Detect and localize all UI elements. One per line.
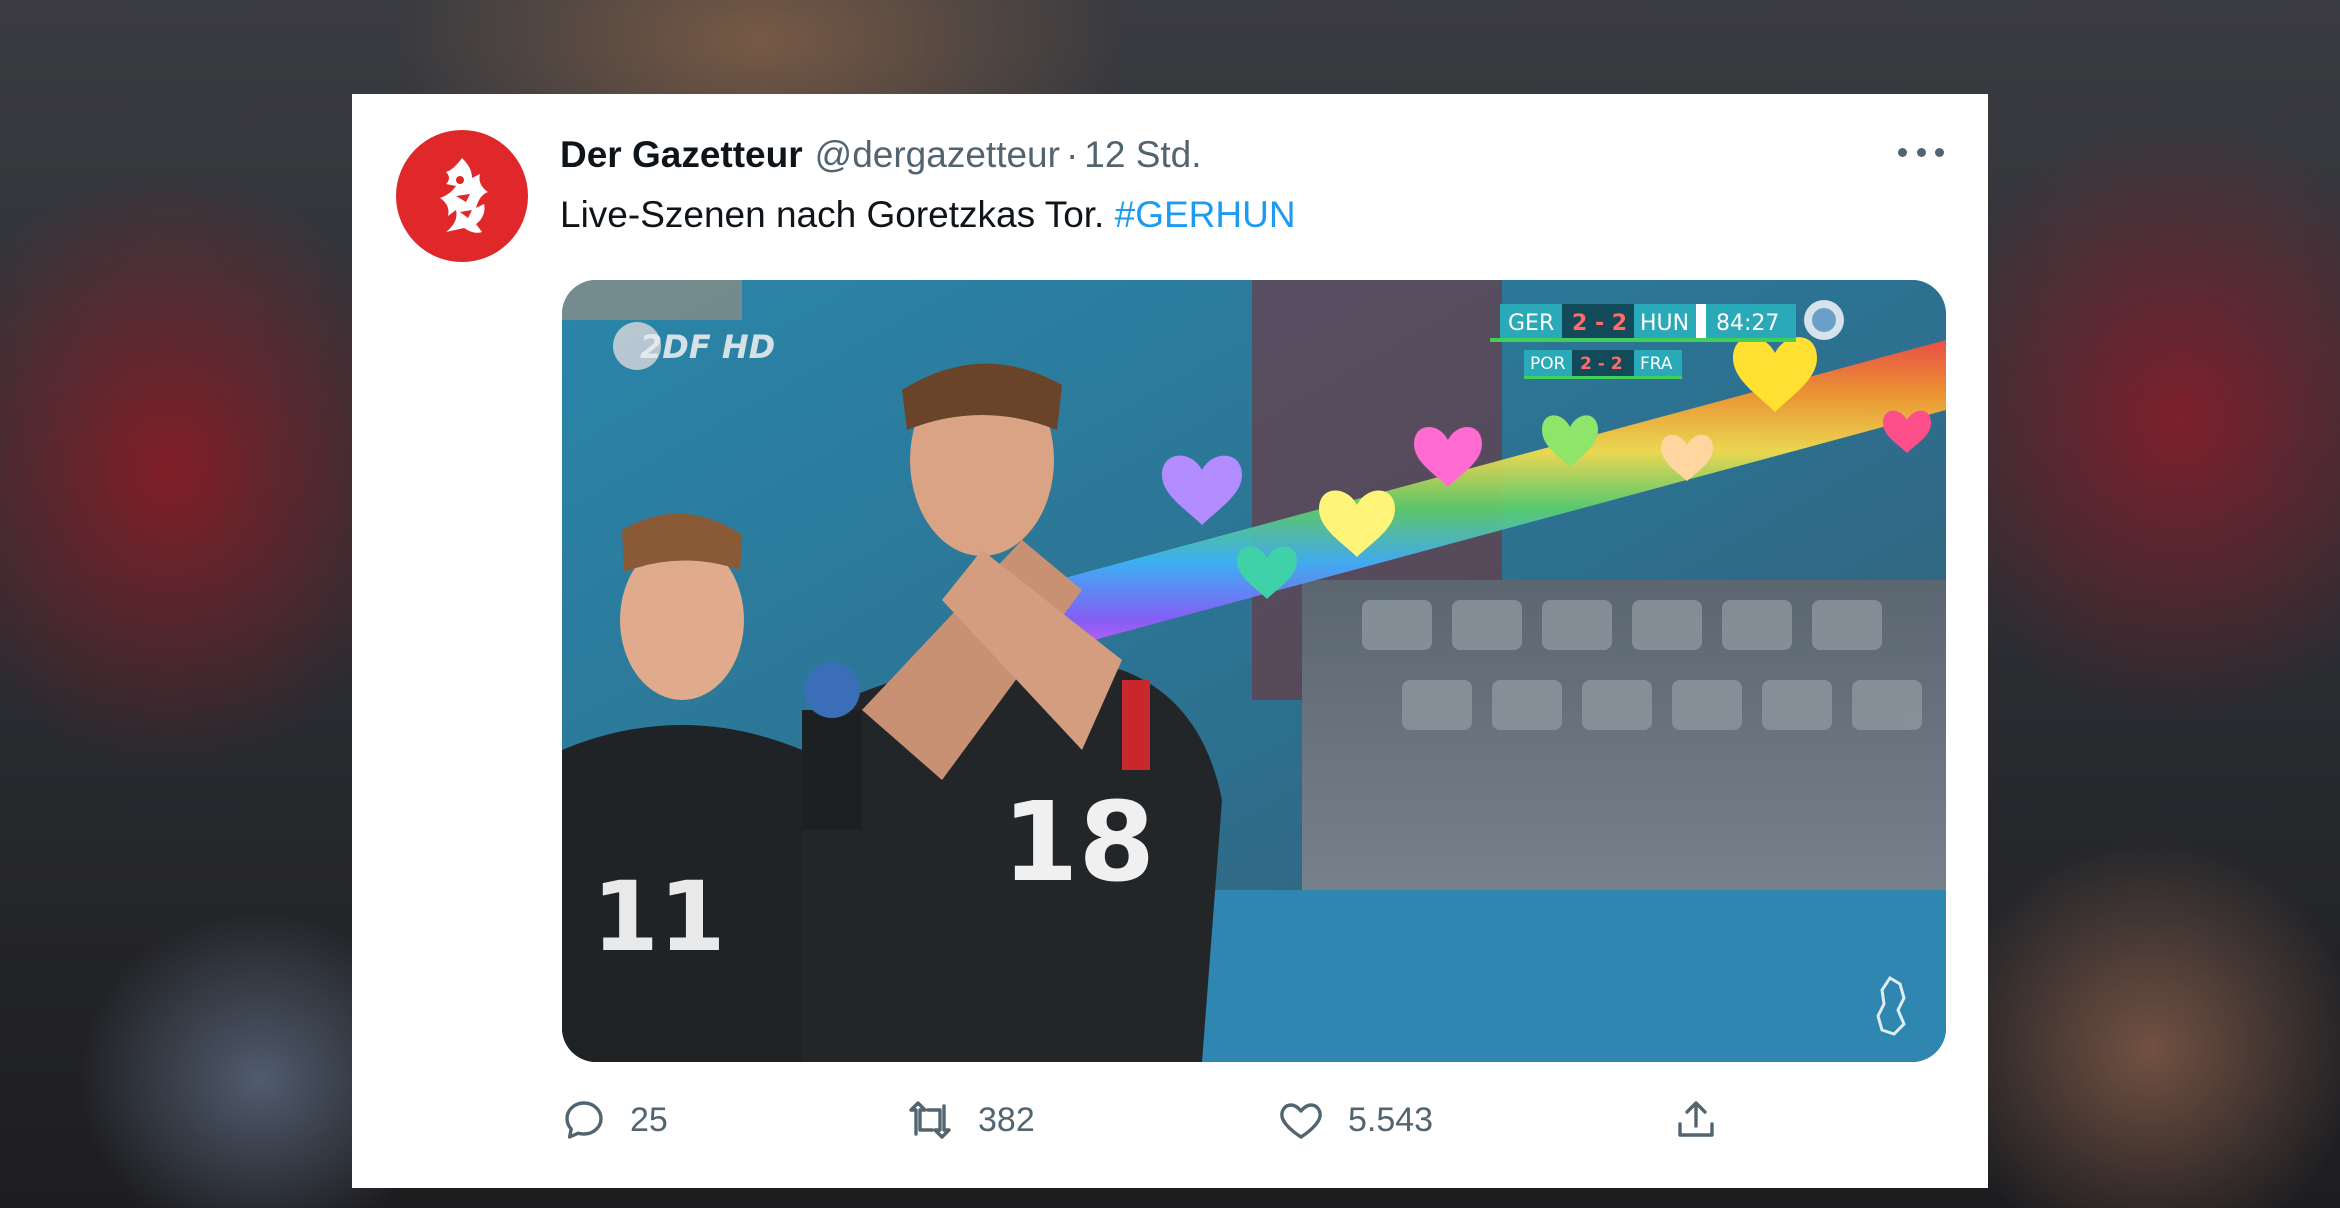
- tweet-media[interactable]: 11 18 2DF HD GER 2 - 2 HUN 84:27 POR 2 -…: [562, 280, 1946, 1062]
- share-button[interactable]: [1672, 1090, 1720, 1150]
- jersey-number-front: 18: [1002, 778, 1155, 906]
- retweet-icon: [909, 1101, 951, 1139]
- more-dot: [1935, 147, 1944, 157]
- avatar[interactable]: [396, 130, 528, 262]
- dragon-logo-icon: [440, 158, 488, 233]
- more-dot: [1898, 147, 1907, 157]
- score-home: GER: [1508, 311, 1554, 336]
- reply-button[interactable]: 25: [560, 1090, 668, 1150]
- retweet-button[interactable]: 382: [904, 1090, 1035, 1150]
- score-other-home: POR: [1530, 354, 1566, 374]
- more-dot: [1916, 147, 1926, 157]
- tweet-header: Der Gazetteur @dergazetteur · 12 Std.: [560, 134, 1202, 180]
- like-button[interactable]: 5.543: [1276, 1090, 1433, 1150]
- more-horizontal-icon[interactable]: [1898, 138, 1944, 166]
- tweet-card[interactable]: Der Gazetteur @dergazetteur · 12 Std. Li…: [352, 94, 1988, 1188]
- tweet-body: Live-Szenen nach Goretzkas Tor.: [560, 194, 1105, 235]
- retweet-count: 382: [978, 1100, 1035, 1139]
- score-away: HUN: [1640, 311, 1689, 336]
- like-count: 5.543: [1348, 1100, 1434, 1139]
- reply-count: 25: [630, 1100, 668, 1139]
- tweet-text: Live-Szenen nach Goretzkas Tor. #GERHUN: [560, 194, 1296, 236]
- heart-icon: [1280, 1103, 1322, 1139]
- score-other: 2 - 2: [1580, 354, 1623, 374]
- broadcaster-logo-text: 2DF HD: [640, 328, 775, 366]
- score-other-away: FRA: [1640, 354, 1673, 374]
- score-main: 2 - 2: [1572, 311, 1627, 336]
- hashtag-link[interactable]: #GERHUN: [1115, 194, 1296, 235]
- user-handle[interactable]: @dergazetteur: [815, 134, 1060, 176]
- share-icon: [1678, 1101, 1714, 1137]
- media-scene: 11 18 2DF HD GER 2 - 2 HUN 84:27 POR 2 -…: [562, 280, 1946, 1062]
- match-clock: 84:27: [1716, 311, 1779, 336]
- timestamp[interactable]: 12 Std.: [1084, 134, 1201, 176]
- reply-icon: [565, 1101, 603, 1139]
- tweet-actions: 25 382 5.543: [560, 1090, 1950, 1150]
- separator-dot: ·: [1065, 134, 1079, 175]
- display-name[interactable]: Der Gazetteur: [560, 134, 803, 176]
- broadcaster-logo: 2DF HD: [613, 322, 775, 370]
- jersey-number-back: 11: [592, 861, 726, 973]
